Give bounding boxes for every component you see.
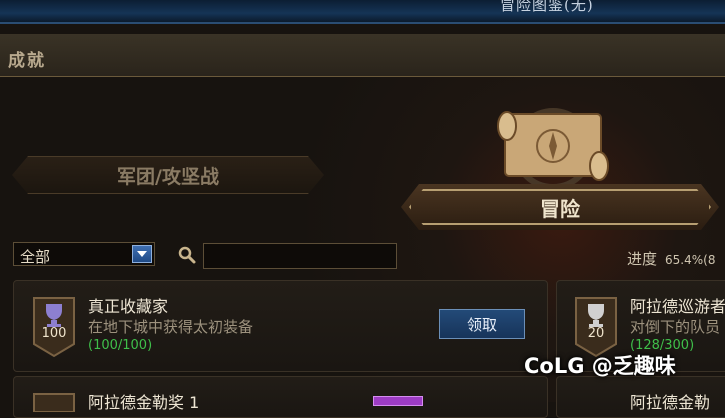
category-select[interactable]: 全部 — [13, 242, 155, 266]
reward-item-icon — [373, 396, 423, 406]
achievement-title: 阿拉德金勒 — [630, 393, 711, 412]
trophy-badge-icon — [33, 393, 75, 412]
achievement-points: 100 — [41, 326, 67, 341]
progress-value: 65.4%(8 — [665, 253, 716, 267]
achievement-title: 真正收藏家 — [88, 297, 169, 316]
top-bar: 冒险图鉴(无) — [0, 0, 725, 24]
achievement-header: 成就 — [0, 34, 725, 77]
tab-legion-label: 军团/攻坚战 — [117, 165, 219, 188]
achievement-description: 对倒下的队员 — [630, 318, 721, 336]
chevron-down-icon[interactable] — [132, 245, 152, 263]
achievement-title: 阿拉德金勒奖 1 — [88, 393, 200, 412]
progress-label: 进度 — [627, 250, 658, 268]
search-input[interactable] — [203, 243, 397, 269]
tab-adventure[interactable]: 冒险 — [401, 184, 719, 230]
achievement-description: 在地下城中获得太初装备 — [88, 318, 254, 336]
scroll-compass-icon — [497, 108, 609, 190]
page-title: 成就 — [8, 51, 46, 71]
category-select-value: 全部 — [20, 248, 51, 266]
tab-adventure-label: 冒险 — [540, 196, 580, 221]
achievement-points: 20 — [587, 326, 605, 341]
claim-button[interactable]: 领取 — [439, 309, 525, 339]
tab-legion-raid[interactable]: 军团/攻坚战 — [12, 156, 324, 194]
search-icon[interactable] — [177, 245, 197, 265]
progress-indicator: 进度 65.4%(8 — [627, 248, 715, 269]
achievement-title: 阿拉德巡游者 — [630, 297, 725, 316]
watermark: CoLG @乏趣味 — [524, 354, 676, 378]
window-title: 冒险图鉴(无) — [500, 0, 594, 14]
achievement-progress: (100/100) — [88, 338, 153, 353]
